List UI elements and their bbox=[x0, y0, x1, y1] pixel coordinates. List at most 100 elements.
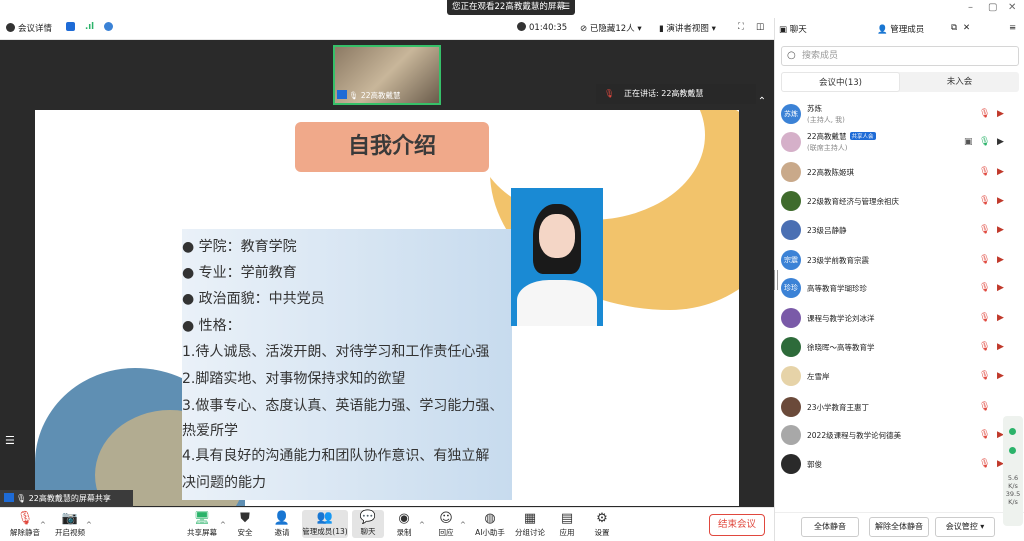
mic-icon: 🎙 bbox=[16, 494, 27, 503]
menu-icon[interactable]: ≡ bbox=[1009, 23, 1016, 33]
breakout-button[interactable]: ▦ 分组讨论 bbox=[510, 511, 550, 538]
apps-button[interactable]: ▤ 应用 bbox=[547, 511, 587, 538]
record-button[interactable]: ◉ 录制 bbox=[384, 511, 424, 538]
tab-not-joined[interactable]: 未入会 bbox=[900, 72, 1019, 92]
settings-button[interactable]: ⚙ 设置 bbox=[582, 511, 622, 538]
mic-off-icon[interactable]: 🎙 bbox=[979, 167, 990, 177]
avatar bbox=[781, 337, 801, 357]
camera-off-icon[interactable]: ▶ bbox=[997, 255, 1004, 265]
hidden-members-button[interactable]: ⊘ 已隐藏12人 ▾ bbox=[580, 22, 642, 34]
camera-off-icon[interactable]: ▶ bbox=[997, 371, 1004, 381]
meeting-control-button[interactable]: 会议管控 ▾ bbox=[935, 517, 995, 537]
member-row[interactable]: 宗震 23级学前教育宗震 🎙 ▶ bbox=[781, 246, 1017, 274]
chevron-up-icon[interactable]: ^ bbox=[86, 521, 92, 529]
member-row[interactable]: 左雪岸 🎙 ▶ bbox=[781, 362, 1017, 390]
member-name-text: 22高教戴慧 bbox=[807, 132, 847, 141]
meeting-timer: 01:40:35 bbox=[517, 22, 567, 33]
mic-off-icon[interactable]: 🎙 bbox=[979, 109, 990, 119]
mic-off-icon[interactable]: 🎙 bbox=[979, 283, 990, 293]
mic-off-icon[interactable]: 🎙 bbox=[979, 313, 990, 323]
mic-off-icon[interactable]: 🎙 bbox=[979, 225, 990, 235]
mic-off-icon[interactable]: 🎙 bbox=[979, 430, 990, 440]
chevron-down-icon: ▾ bbox=[634, 24, 642, 34]
members-tab-label: 管理成员 bbox=[890, 25, 925, 35]
meeting-info-button[interactable]: 会议详情 bbox=[6, 22, 52, 34]
camera-off-icon[interactable]: ▶ bbox=[997, 196, 1004, 206]
camera-off-icon[interactable]: ▶ bbox=[997, 313, 1004, 323]
member-name: 23级吕静静 bbox=[807, 225, 847, 236]
member-name-text: 左雪岸 bbox=[807, 372, 830, 381]
view-mode-button[interactable]: ▮ 演讲者视图 ▾ bbox=[659, 22, 716, 34]
member-row[interactable]: 23级吕静静 🎙 ▶ bbox=[781, 216, 1017, 244]
chat-icon: 💬 bbox=[359, 510, 377, 525]
info-icon bbox=[6, 23, 15, 32]
end-meeting-button[interactable]: 结束会议 bbox=[709, 514, 765, 536]
mic-icon[interactable]: 🎙 bbox=[979, 137, 990, 147]
mic-off-icon[interactable]: 🎙 bbox=[979, 459, 990, 469]
member-row[interactable]: 22高教陈姬琪 🎙 ▶ bbox=[781, 158, 1017, 186]
download-unit: K/s bbox=[1008, 498, 1018, 506]
security-button[interactable]: ⛊ 安全 bbox=[225, 511, 265, 538]
close-panel-icon[interactable]: ✕ bbox=[963, 23, 970, 33]
unmute-button[interactable]: 🎙 解除静音 bbox=[5, 511, 45, 538]
sidebar-toggle-icon[interactable]: ◫ bbox=[756, 22, 764, 32]
member-row[interactable]: 苏炼 苏炼 (主持人, 我) 🎙 ▶ bbox=[781, 100, 1017, 128]
unmute-all-button[interactable]: 解除全体静音 bbox=[869, 517, 929, 537]
invite-button[interactable]: 👤 邀请 bbox=[262, 511, 302, 538]
member-row[interactable]: 22级教育经济与管理余祖庆 🎙 ▶ bbox=[781, 187, 1017, 215]
signal-icon[interactable]: .ıl bbox=[85, 22, 94, 32]
maximize-icon[interactable]: ▢ bbox=[988, 2, 997, 13]
member-search-input[interactable]: ○ 搜索成员 bbox=[781, 46, 1019, 66]
panel-resize-handle[interactable] bbox=[774, 270, 778, 290]
chevron-up-icon[interactable]: ^ bbox=[460, 521, 466, 529]
video-thumbnail[interactable]: 🎙 22高教戴慧 bbox=[333, 45, 441, 105]
mic-off-icon[interactable]: 🎙 bbox=[979, 255, 990, 265]
member-row[interactable]: 徐晓晖～高等教育学 🎙 ▶ bbox=[781, 333, 1017, 361]
camera-off-icon[interactable]: ▶ bbox=[997, 342, 1004, 352]
mute-all-button[interactable]: 全体静音 bbox=[801, 517, 859, 537]
member-name: 苏炼 bbox=[807, 103, 822, 114]
mic-off-icon[interactable]: 🎙 bbox=[979, 196, 990, 206]
chevron-up-icon[interactable]: ^ bbox=[40, 521, 46, 529]
camera-icon[interactable]: ▶ bbox=[997, 137, 1004, 147]
member-name: 课程与教学论刘冰洋 bbox=[807, 313, 875, 324]
meeting-top-bar: 会议详情 .ıl 01:40:35 ⊘ 已隐藏12人 ▾ ▮ 演讲者视图 ▾ ⛶… bbox=[0, 18, 774, 40]
mic-icon: 🎙 bbox=[349, 91, 359, 100]
camera-off-icon[interactable]: ▶ bbox=[997, 283, 1004, 293]
mic-off-icon[interactable]: 🎙 bbox=[979, 342, 990, 352]
member-row[interactable]: 课程与教学论刘冰洋 🎙 ▶ bbox=[781, 304, 1017, 332]
mic-off-icon[interactable]: 🎙 bbox=[979, 402, 990, 412]
tab-in-meeting[interactable]: 会议中(13) bbox=[781, 72, 900, 92]
mic-off-icon[interactable]: 🎙 bbox=[979, 371, 990, 381]
member-row[interactable]: 23小学教育王惠丁 🎙 bbox=[781, 393, 1017, 421]
member-role: (联席主持人) bbox=[807, 144, 848, 152]
encryption-icon[interactable] bbox=[104, 22, 116, 33]
member-row[interactable]: 2022级课程与教学论何德美 🎙 ▶ bbox=[781, 421, 1017, 449]
member-row[interactable]: 郭俊 🎙 ▶ bbox=[781, 450, 1017, 478]
close-icon[interactable]: ✕ bbox=[1008, 2, 1016, 13]
list-icon[interactable]: ☰ bbox=[5, 434, 23, 450]
member-name-text: 徐晓晖～高等教育学 bbox=[807, 343, 875, 352]
chat-button[interactable]: 💬 聊天 bbox=[352, 510, 384, 538]
fullscreen-icon[interactable]: ⛶ bbox=[738, 22, 744, 32]
minimize-icon[interactable]: – bbox=[968, 2, 973, 13]
camera-off-icon[interactable]: ▶ bbox=[997, 109, 1004, 119]
chat-tab[interactable]: ▣ 聊天 bbox=[779, 23, 807, 35]
reactions-label: 回应 bbox=[438, 528, 454, 537]
member-row[interactable]: 珍珍 高等教育学瑚珍珍 🎙 ▶ bbox=[781, 274, 1017, 302]
security-shield-icon[interactable] bbox=[66, 22, 78, 33]
chevron-up-icon[interactable]: ^ bbox=[419, 521, 425, 529]
manage-members-button[interactable]: 👥 管理成员(13) bbox=[302, 510, 348, 538]
menu-icon[interactable]: ☰ bbox=[562, 0, 570, 15]
chevron-up-icon[interactable]: ⌃ bbox=[755, 96, 769, 110]
member-row[interactable]: 22高教戴慧 共享人会 (联席主持人) ▣ 🎙 ▶ bbox=[781, 128, 1017, 156]
ai-assistant-button[interactable]: ◍ AI小助手 bbox=[470, 511, 510, 538]
camera-off-icon[interactable]: ▶ bbox=[997, 225, 1004, 235]
chevron-down-icon: ▾ bbox=[708, 24, 716, 34]
avatar bbox=[781, 397, 801, 417]
members-tab[interactable]: 👤 管理成员 bbox=[877, 23, 924, 35]
start-video-button[interactable]: 📷 开启视频 bbox=[50, 511, 90, 538]
share-screen-button[interactable]: 🖥 共享屏幕 bbox=[182, 511, 222, 538]
camera-off-icon[interactable]: ▶ bbox=[997, 167, 1004, 177]
popout-icon[interactable]: ⧉ bbox=[951, 23, 957, 33]
